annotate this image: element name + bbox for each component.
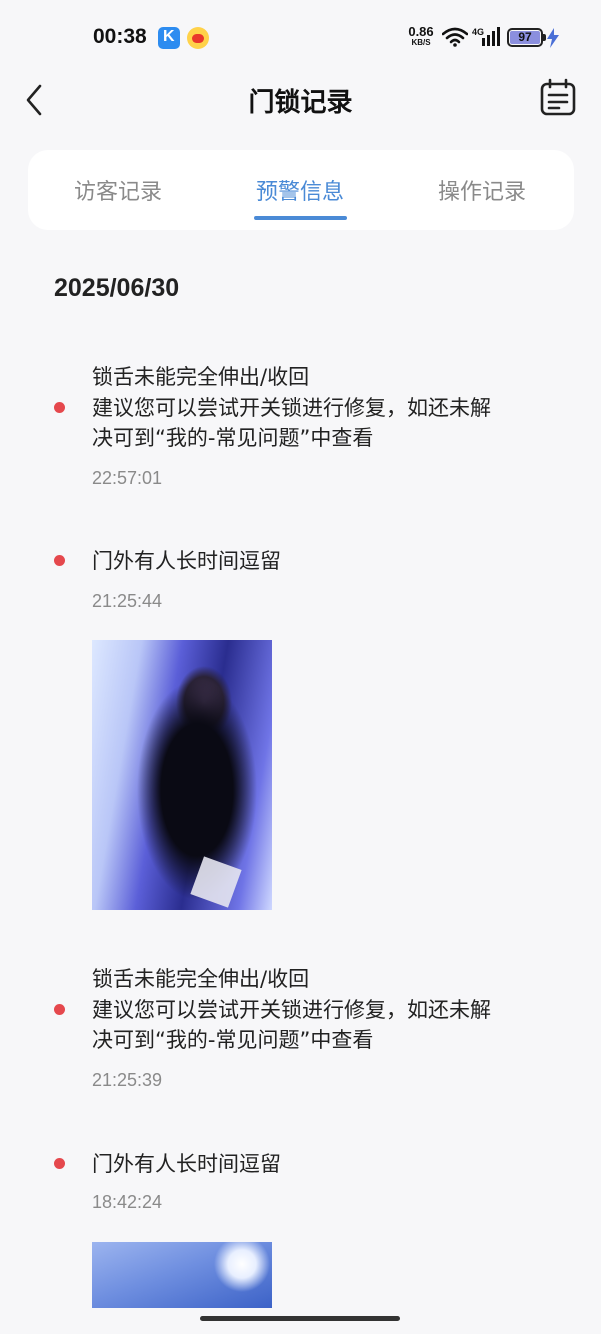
record-detail-line2: 决可到“我的-常见问题”中查看: [92, 1028, 374, 1052]
list-item[interactable]: 锁舌未能完全伸出/收回 建议您可以尝试开关锁进行修复，如还未解 决可到“我的-常…: [0, 360, 601, 500]
header: 门锁记录: [0, 76, 601, 140]
network-speed-value: 0.86: [408, 24, 434, 39]
status-bar: 00:38 0.86 KB/S 4G 97: [0, 0, 601, 76]
tab-bar: 访客记录 预警信息 操作记录: [28, 150, 574, 230]
alert-dot: [54, 555, 65, 566]
record-time: 22:57:01: [92, 468, 163, 488]
snapshot-image[interactable]: [92, 640, 272, 910]
k-app-icon: [158, 27, 180, 49]
record-title: 门外有人长时间逗留: [92, 1152, 281, 1176]
date-heading: 2025/06/30: [54, 274, 180, 302]
battery-icon: 97: [507, 28, 546, 47]
calendar-icon[interactable]: [538, 78, 578, 118]
network-speed-unit: KB/S: [411, 38, 431, 47]
battery-level: 97: [510, 31, 540, 44]
page-title: 门锁记录: [248, 88, 353, 118]
cell-label: 4G: [472, 27, 484, 37]
active-tab-indicator: [254, 216, 347, 220]
record-detail-line1: 建议您可以尝试开关锁进行修复，如还未解: [92, 396, 491, 420]
snapshot-image[interactable]: [92, 1242, 272, 1308]
list-item[interactable]: 门外有人长时间逗留 18:42:24: [0, 1148, 601, 1308]
alert-dot: [54, 402, 65, 413]
home-indicator[interactable]: [200, 1316, 400, 1321]
record-detail-line2: 决可到“我的-常见问题”中查看: [92, 426, 374, 450]
wifi-icon: [442, 27, 468, 47]
network-speed: 0.86 KB/S: [406, 25, 436, 47]
cellular-signal-icon: 4G: [472, 27, 500, 46]
record-title: 锁舌未能完全伸出/收回: [92, 967, 310, 991]
record-time: 21:25:44: [92, 591, 163, 611]
record-title: 门外有人长时间逗留: [92, 549, 281, 573]
list-item[interactable]: 门外有人长时间逗留 21:25:44: [0, 545, 601, 915]
tab-visitor-records[interactable]: 访客记录: [38, 174, 198, 206]
record-detail-line1: 建议您可以尝试开关锁进行修复，如还未解: [92, 998, 491, 1022]
status-time: 00:38: [93, 25, 147, 48]
alert-dot: [54, 1158, 65, 1169]
tab-alert-info[interactable]: 预警信息: [220, 174, 380, 206]
weibo-icon: [187, 27, 209, 49]
tab-operation-records[interactable]: 操作记录: [402, 174, 562, 206]
record-time: 18:42:24: [92, 1192, 163, 1212]
list-item[interactable]: 锁舌未能完全伸出/收回 建议您可以尝试开关锁进行修复，如还未解 决可到“我的-常…: [0, 962, 601, 1102]
record-title: 锁舌未能完全伸出/收回: [92, 365, 310, 389]
charging-bolt-icon: [547, 28, 559, 48]
record-time: 21:25:39: [92, 1070, 163, 1090]
alert-dot: [54, 1004, 65, 1015]
